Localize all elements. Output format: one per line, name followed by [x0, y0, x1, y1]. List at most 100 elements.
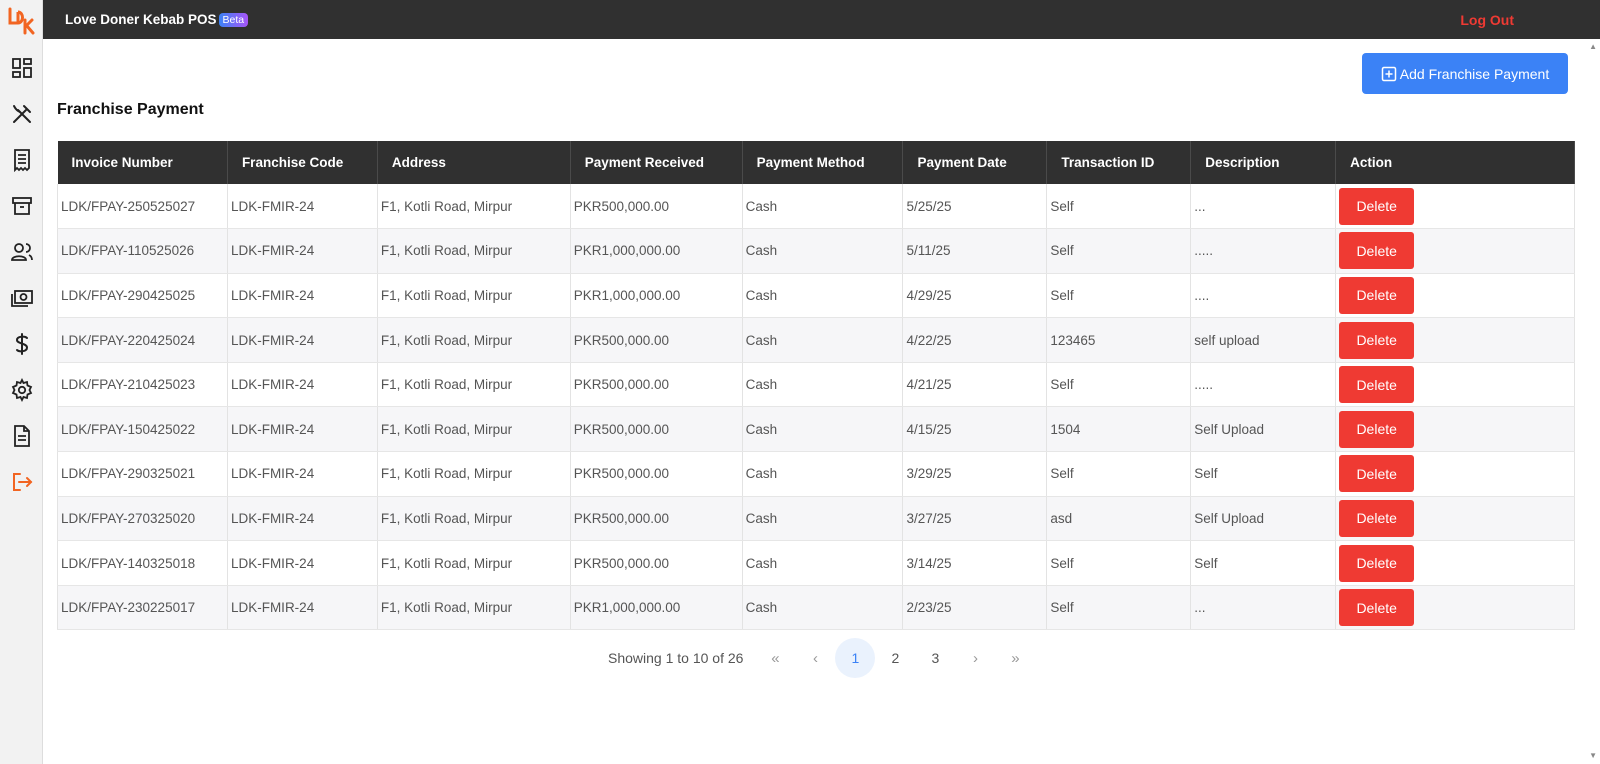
table-cell: Self [1046, 451, 1192, 497]
delete-button[interactable]: Delete [1339, 232, 1415, 270]
action-cell: Delete [1335, 585, 1575, 631]
table-cell: Cash [742, 451, 904, 497]
page-3-button[interactable]: 3 [915, 638, 955, 678]
table-cell: LDK-FMIR-24 [227, 273, 378, 319]
page-2-button[interactable]: 2 [875, 638, 915, 678]
action-cell: Delete [1335, 228, 1575, 274]
delete-button[interactable]: Delete [1339, 544, 1415, 582]
table-cell: Self [1046, 184, 1192, 230]
table-cell: asd [1046, 496, 1192, 542]
dashboard-icon[interactable] [10, 56, 34, 80]
table-cell: LDK-FMIR-24 [227, 451, 378, 497]
top-bar: Love Doner Kebab POS Beta Log Out [43, 0, 1600, 39]
logout-link[interactable]: Log Out [1460, 12, 1514, 28]
table-cell: LDK/FPAY-210425023 [57, 362, 228, 408]
table-cell: PKR500,000.00 [570, 184, 743, 230]
column-header: Payment Method [742, 141, 904, 184]
gear-icon[interactable] [10, 378, 34, 402]
table-row: LDK/FPAY-250525027 LDK-FMIR-24 F1, Kotli R… [57, 184, 1575, 230]
table-cell: PKR500,000.00 [570, 451, 743, 497]
table-cell: F1, Kotli Road, Mirpur [377, 317, 571, 363]
sidebar [0, 0, 43, 764]
action-cell: Delete [1335, 496, 1575, 542]
table-cell: Cash [742, 585, 904, 631]
column-header: Action [1335, 141, 1575, 184]
page-title: Franchise Payment [57, 101, 204, 118]
table-cell: PKR500,000.00 [570, 540, 743, 586]
table-cell: 2/23/25 [902, 585, 1048, 631]
table-cell: LDK-FMIR-24 [227, 184, 378, 230]
scroll-up-arrow-icon[interactable]: ▲ [1589, 42, 1597, 51]
table-cell: LDK-FMIR-24 [227, 317, 378, 363]
table-cell: PKR500,000.00 [570, 406, 743, 453]
table-cell: LDK-FMIR-24 [227, 406, 378, 453]
table-cell: Cash [742, 317, 904, 363]
table-row: LDK/FPAY-110525026 LDK-FMIR-24 F1, Kotli R… [57, 228, 1575, 274]
table-cell: F1, Kotli Road, Mirpur [377, 540, 571, 586]
table-cell: Cash [742, 228, 904, 274]
delete-button[interactable]: Delete [1339, 187, 1415, 225]
table-cell: F1, Kotli Road, Mirpur [377, 451, 571, 497]
prev-page-button[interactable]: ‹ [795, 638, 835, 678]
cash-icon[interactable] [10, 286, 34, 310]
utensils-icon[interactable] [10, 102, 34, 126]
table-cell: 123465 [1046, 317, 1192, 363]
dollar-icon[interactable] [10, 332, 34, 356]
archive-icon[interactable] [10, 194, 34, 218]
receipt-icon[interactable] [10, 148, 34, 172]
table-cell: ..... [1190, 228, 1337, 274]
franchise-payment-table: Invoice Number Franchise Code Address Payme… [57, 141, 1575, 631]
scrollbar[interactable] [1586, 39, 1600, 764]
users-icon[interactable] [10, 240, 34, 264]
delete-button[interactable]: Delete [1339, 455, 1415, 493]
table-cell: 5/11/25 [902, 228, 1048, 274]
table-cell: LDK/FPAY-150425022 [57, 406, 228, 453]
app-title: Love Doner Kebab POS Beta [65, 12, 249, 27]
last-page-button[interactable]: » [995, 638, 1035, 678]
column-header: Invoice Number [57, 141, 228, 184]
table-cell: LDK/FPAY-250525027 [57, 184, 228, 230]
ldk-logo[interactable] [7, 6, 37, 36]
table-cell: self upload [1190, 317, 1337, 363]
table-cell: Cash [742, 273, 904, 319]
table-cell: PKR500,000.00 [570, 317, 743, 363]
table-cell: LDK/FPAY-230225017 [57, 585, 228, 631]
table-row: LDK/FPAY-150425022 LDK-FMIR-24 F1, Kotli R… [57, 406, 1575, 453]
table-cell: PKR1,000,000.00 [570, 228, 743, 274]
delete-button[interactable]: Delete [1339, 366, 1415, 404]
table-cell: 3/29/25 [902, 451, 1048, 497]
page-1-button[interactable]: 1 [835, 638, 876, 678]
delete-button[interactable]: Delete [1339, 276, 1415, 314]
table-header-row: Invoice Number Franchise Code Address Payme… [57, 141, 1575, 184]
table-cell: 4/15/25 [902, 406, 1048, 453]
logout-icon[interactable] [10, 470, 34, 494]
table-cell: Self [1046, 273, 1192, 319]
table-cell: 4/22/25 [902, 317, 1048, 363]
app-title-text: Love Doner Kebab POS [65, 12, 217, 27]
table-cell: LDK/FPAY-140325018 [57, 540, 228, 586]
delete-button[interactable]: Delete [1339, 589, 1415, 627]
add-franchise-payment-button[interactable]: Add Franchise Payment [1362, 53, 1568, 94]
document-icon[interactable] [10, 424, 34, 448]
delete-button[interactable]: Delete [1339, 499, 1415, 537]
action-cell: Delete [1335, 273, 1575, 319]
delete-button[interactable]: Delete [1339, 321, 1415, 359]
table-cell: Self Upload [1190, 406, 1337, 453]
table-cell: LDK-FMIR-24 [227, 362, 378, 408]
pagination: Showing 1 to 10 of 26 « ‹ 1 2 3 › » [608, 638, 1035, 678]
table-row: LDK/FPAY-290425025 LDK-FMIR-24 F1, Kotli R… [57, 273, 1575, 319]
first-page-button[interactable]: « [755, 638, 795, 678]
table-cell: Cash [742, 540, 904, 586]
table-cell: Cash [742, 362, 904, 408]
table-cell: LDK-FMIR-24 [227, 228, 378, 274]
table-cell: Self [1046, 540, 1192, 586]
table-row: LDK/FPAY-220425024 LDK-FMIR-24 F1, Kotli R… [57, 317, 1575, 363]
table-cell: ... [1190, 184, 1337, 230]
table-cell: ... [1190, 585, 1337, 631]
table-cell: ..... [1190, 362, 1337, 408]
scroll-down-arrow-icon[interactable]: ▼ [1589, 751, 1597, 760]
next-page-button[interactable]: › [955, 638, 995, 678]
delete-button[interactable]: Delete [1339, 410, 1415, 448]
table-cell: PKR500,000.00 [570, 496, 743, 542]
table-cell: PKR1,000,000.00 [570, 585, 743, 631]
